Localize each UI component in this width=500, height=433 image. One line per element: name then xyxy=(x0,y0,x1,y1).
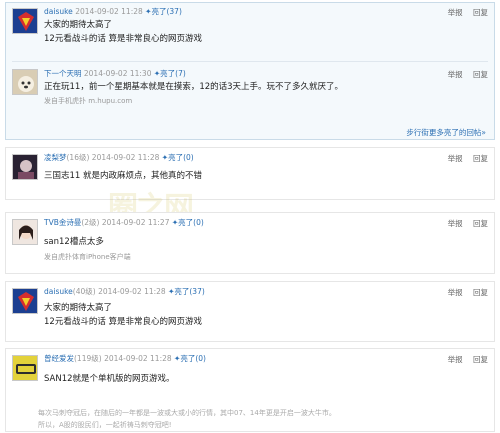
username[interactable]: 凌梨梦 xyxy=(44,153,67,162)
post-line: 大家的期待太高了 xyxy=(44,20,113,30)
post-actions: 举报 回复 xyxy=(440,354,488,365)
like-button[interactable]: ✦亮了(0) xyxy=(174,354,206,363)
timestamp: 2014-09-02 11:30 xyxy=(83,69,152,78)
post-content: 大家的期待太高了 12元看战斗的话 算是非常良心的网页游戏 xyxy=(44,18,202,46)
like-button[interactable]: ✦亮了(37) xyxy=(145,7,182,16)
post-content: san12槽点太多 xyxy=(44,237,104,247)
reply-button[interactable]: 回复 xyxy=(473,355,488,364)
reply-post: daisuke(40级) 2014-09-02 11:28 ✦亮了(37) 举报… xyxy=(5,281,495,342)
timestamp: 2014-09-02 11:27 xyxy=(101,218,170,227)
like-button[interactable]: ✦亮了(0) xyxy=(162,153,194,162)
quoted-replies: daisuke 2014-09-02 11:28 ✦亮了(37) 举报 回复 大… xyxy=(5,2,495,140)
reply-post: TVB金诗曼(2级) 2014-09-02 11:27 ✦亮了(0) 举报 回复… xyxy=(5,212,495,274)
post-meta: 下一个天明 2014-09-02 11:30 ✦亮了(7) xyxy=(44,69,186,79)
signature-line: 每次马刺夺冠后，在随后的一年都是一波或大或小的行情，其中07、14年更是开启一波… xyxy=(38,409,336,417)
reply-post: 凌梨梦(16级) 2014-09-02 11:28 ✦亮了(0) 举报 回复 三… xyxy=(5,147,495,200)
post-meta: TVB金诗曼(2级) 2014-09-02 11:27 ✦亮了(0) xyxy=(44,218,204,228)
username[interactable]: daisuke xyxy=(44,7,73,16)
post-content: SAN12就是个单机版的网页游戏。 xyxy=(44,374,175,384)
post-actions: 举报 回复 xyxy=(440,287,488,298)
post-actions: 举报 回复 xyxy=(440,7,488,18)
report-button[interactable]: 举报 xyxy=(448,355,463,364)
username[interactable]: daisuke xyxy=(44,287,73,296)
post-source: 发自手机虎扑 m.hupu.com xyxy=(44,97,133,105)
report-button[interactable]: 举报 xyxy=(448,8,463,17)
post-meta: 曾经爱发(119级) 2014-09-02 11:28 ✦亮了(0) xyxy=(44,354,206,364)
post-content: 三国志11 就是内政麻烦点，其他真的不错 xyxy=(44,171,203,181)
user-level: (2级) xyxy=(81,218,100,227)
divider xyxy=(12,61,488,62)
timestamp: 2014-09-02 11:28 xyxy=(104,354,172,363)
report-button[interactable]: 举报 xyxy=(448,219,463,228)
timestamp: 2014-09-02 11:28 xyxy=(75,7,143,16)
post-actions: 举报 回复 xyxy=(440,218,488,229)
user-level: (119级) xyxy=(74,354,102,363)
post-meta: daisuke 2014-09-02 11:28 ✦亮了(37) xyxy=(44,7,182,17)
user-level: (16级) xyxy=(66,153,90,162)
timestamp: 2014-09-02 11:28 xyxy=(98,287,166,296)
reply-button[interactable]: 回复 xyxy=(473,8,488,17)
post-actions: 举报 回复 xyxy=(440,153,488,164)
post-actions: 举报 回复 xyxy=(440,69,488,80)
avatar[interactable] xyxy=(12,154,38,180)
avatar[interactable] xyxy=(12,355,38,381)
avatar[interactable] xyxy=(12,8,38,34)
post-source: 发自虎扑体育iPhone客户端 xyxy=(44,253,131,261)
like-button[interactable]: ✦亮了(7) xyxy=(154,69,186,78)
like-button[interactable]: ✦亮了(0) xyxy=(172,218,204,227)
timestamp: 2014-09-02 11:28 xyxy=(91,153,160,162)
post-meta: 凌梨梦(16级) 2014-09-02 11:28 ✦亮了(0) xyxy=(44,153,194,163)
reply-button[interactable]: 回复 xyxy=(473,70,488,79)
signature-line: 所以，A股的股民们，一起祈祷马刺夺冠吧! xyxy=(38,421,172,429)
post-meta: daisuke(40级) 2014-09-02 11:28 ✦亮了(37) xyxy=(44,287,205,297)
post-content: 正在玩11，前一个星期基本就是在摸索，12的话3天上手。玩不了多久就厌了。 xyxy=(44,82,344,92)
report-button[interactable]: 举报 xyxy=(448,154,463,163)
reply-button[interactable]: 回复 xyxy=(473,154,488,163)
reply-button[interactable]: 回复 xyxy=(473,219,488,228)
username[interactable]: 下一个天明 xyxy=(44,69,82,78)
reply-button[interactable]: 回复 xyxy=(473,288,488,297)
username[interactable]: TVB金诗曼 xyxy=(44,218,81,227)
more-replies-link[interactable]: 步行街更多亮了的回帖» xyxy=(406,127,486,138)
avatar[interactable] xyxy=(12,288,38,314)
like-button[interactable]: ✦亮了(37) xyxy=(168,287,205,296)
user-level: (40级) xyxy=(72,287,96,296)
post-content: 大家的期待太高了 12元看战斗的话 算是非常良心的网页游戏 xyxy=(44,301,202,329)
avatar[interactable] xyxy=(12,219,38,245)
report-button[interactable]: 举报 xyxy=(448,288,463,297)
signature: 每次马刺夺冠后，在随后的一年都是一波或大或小的行情，其中07、14年更是开启一波… xyxy=(38,407,336,431)
post-line: 大家的期待太高了 xyxy=(44,303,113,313)
post-line: 12元看战斗的话 算是非常良心的网页游戏 xyxy=(44,34,203,44)
reply-post: 曾经爱发(119级) 2014-09-02 11:28 ✦亮了(0) 举报 回复… xyxy=(5,348,495,432)
post-line: 12元看战斗的话 算是非常良心的网页游戏 xyxy=(44,317,203,327)
username[interactable]: 曾经爱发 xyxy=(44,354,74,363)
avatar[interactable] xyxy=(12,69,38,95)
report-button[interactable]: 举报 xyxy=(448,70,463,79)
